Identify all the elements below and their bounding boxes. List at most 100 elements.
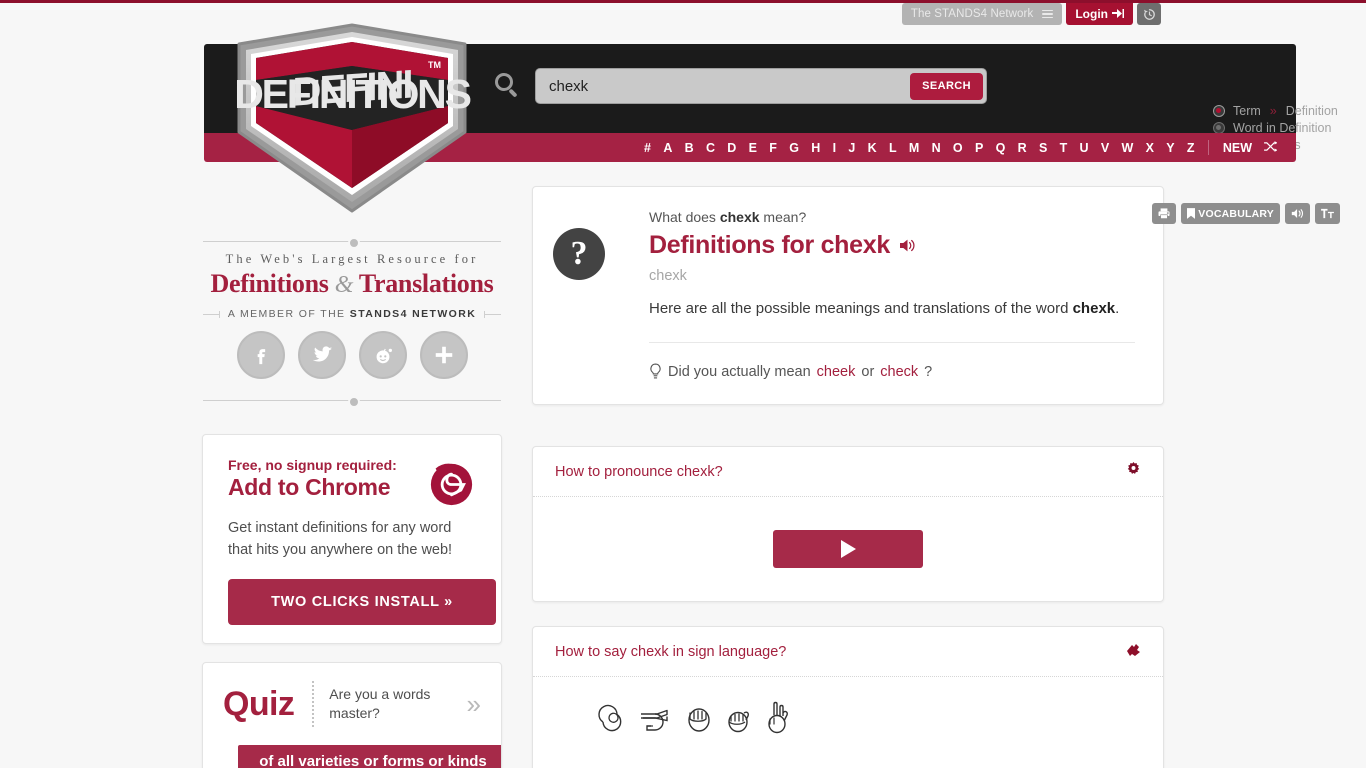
suggestion-link-cheek[interactable]: cheek [817,364,856,380]
alpha-link-n[interactable]: N [926,141,947,155]
radio-indicator-selected[interactable] [1213,105,1225,117]
stands4-network-label: The STANDS4 Network [910,8,1034,20]
quiz-card[interactable]: Quiz Are you a words master? » of all va… [202,662,502,768]
share-button[interactable] [419,331,468,379]
description-prefix: Here are all the possible meanings and t… [649,300,1069,317]
sign-letter-k-icon [763,699,795,735]
alpha-link-j[interactable]: J [842,141,861,155]
avatar: ? [553,228,605,280]
social-links [203,331,501,379]
alpha-link-z[interactable]: Z [1181,141,1201,155]
alpha-link-e[interactable]: E [743,141,764,155]
alpha-link-d[interactable]: D [721,141,742,155]
alpha-link-v[interactable]: V [1095,141,1116,155]
pronounce-card-title: How to pronounce chexk? [555,463,723,480]
alpha-link-t[interactable]: T [1054,141,1074,155]
network-membership: A MEMBER OF THE STANDS4 NETWORK [203,308,501,320]
alpha-link-k[interactable]: K [862,141,883,155]
alpha-divider [1207,140,1209,155]
alpha-link-r[interactable]: R [1012,141,1033,155]
facebook-icon [257,349,265,365]
gear-icon[interactable] [1126,462,1141,481]
reddit-button[interactable] [358,331,407,379]
facebook-button[interactable] [236,331,285,379]
login-button[interactable]: Login [1066,3,1133,25]
definitions-logo[interactable]: DEFINI TIONS DEFINITIONS TM [232,22,472,214]
sign-language-letters [533,677,1163,735]
alpha-link-g[interactable]: G [783,141,805,155]
description-word: chexk [1072,300,1116,317]
alpha-link-l[interactable]: L [883,141,903,155]
alpha-link-q[interactable]: Q [990,141,1012,155]
add-to-chrome-card[interactable]: Free, no signup required: Add to Chrome … [202,434,502,644]
search-mode-term-definition[interactable]: Term » Definition [1213,104,1338,118]
quiz-next-chevron[interactable]: » [467,691,481,717]
search-input[interactable] [536,70,911,102]
page-title: Definitions for chexk [649,231,890,259]
alpha-link-o[interactable]: O [947,141,969,155]
pronounce-card-header: How to pronounce chexk? [533,447,1163,497]
history-button[interactable] [1137,3,1161,25]
alpha-link-s[interactable]: S [1033,141,1054,155]
sign-in-icon [1112,8,1124,18]
alpha-link-p[interactable]: P [969,141,990,155]
chrome-description: Get instant definitions for any word tha… [228,520,453,558]
share-plus-icon [435,346,452,364]
alpha-link-u[interactable]: U [1074,141,1095,155]
vocabulary-button[interactable]: VOCABULARY [1181,203,1280,224]
description-period: . [1115,300,1120,317]
rule-right [484,310,501,318]
trademark-symbol: TM [428,60,441,70]
quiz-answer-option[interactable]: of all varieties or forms or kinds [238,745,501,768]
speaker-icon [1291,209,1304,218]
chrome-logo-icon [429,462,474,507]
shuffle-icon[interactable] [1259,140,1282,155]
question-prefix: What does [649,209,716,225]
tagline-definitions: Definitions [210,269,329,298]
stands4-network-button[interactable]: The STANDS4 Network [901,3,1063,25]
print-button[interactable] [1152,203,1177,224]
search-box[interactable]: SEARCH [535,68,987,104]
alpha-link-hash[interactable]: # [638,141,657,155]
alpha-link-b[interactable]: B [679,141,700,155]
alpha-link-m[interactable]: M [903,141,926,155]
text-size-button[interactable] [1315,203,1340,224]
alpha-link-f[interactable]: F [763,141,783,155]
alpha-link-c[interactable]: C [700,141,721,155]
alpha-link-i[interactable]: I [827,141,843,155]
alpha-link-y[interactable]: Y [1160,141,1181,155]
sign-language-card: How to say chexk in sign language? [532,626,1164,768]
twitter-button[interactable] [297,331,346,379]
sign-hand-icon[interactable] [1125,642,1141,661]
definition-description: Here are all the possible meanings and t… [649,300,1135,317]
sign-letter-h-icon [637,700,675,734]
suggestion-link-check[interactable]: check [880,364,918,380]
speaker-icon[interactable] [899,238,916,253]
new-words-link[interactable]: NEW [1216,141,1259,155]
print-icon [1158,208,1170,219]
alpha-link-h[interactable]: H [805,141,826,155]
option-label-term: Term [1233,104,1261,118]
sign-letter-c-icon [595,700,629,734]
did-you-mean-suffix: ? [924,363,933,380]
search-button[interactable]: SEARCH [910,72,983,100]
alpha-link-w[interactable]: W [1116,141,1140,155]
definition-pronunciation: chexk [649,268,687,284]
search-icon [495,73,521,99]
tagline-main: Definitions & Translations [203,269,501,299]
member-text: A MEMBER OF THE STANDS4 NETWORK [228,308,476,320]
pronounce-card: How to pronounce chexk? [532,446,1164,602]
did-you-mean-join: or [861,363,875,380]
pronounce-player-area [533,497,1163,601]
divider-bottom [203,391,501,409]
alpha-link-x[interactable]: X [1140,141,1161,155]
two-clicks-install-button[interactable]: TWO CLICKS INSTALL » [228,579,496,625]
listen-button[interactable] [1285,203,1310,224]
lightbulb-icon [650,363,661,379]
option-label-definition: Definition [1285,104,1338,118]
vocabulary-label: VOCABULARY [1198,207,1274,220]
play-pronunciation-button[interactable] [773,530,923,568]
tagline-translations: Translations [358,269,494,298]
twitter-icon [312,346,332,362]
alpha-link-a[interactable]: A [657,141,678,155]
